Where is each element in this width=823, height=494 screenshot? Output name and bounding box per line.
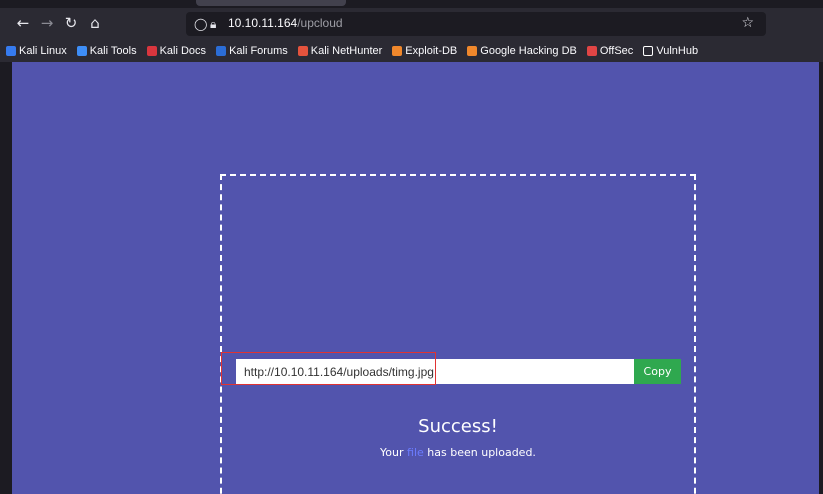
- copy-button[interactable]: Copy: [634, 359, 681, 384]
- active-tab[interactable]: [196, 0, 346, 6]
- bookmark-item[interactable]: Exploit-DB: [392, 45, 457, 57]
- url-path: /upcloud: [297, 16, 343, 30]
- favicon-icon: [146, 46, 157, 56]
- left-edge: [0, 62, 12, 494]
- favicon-icon: [76, 46, 87, 56]
- right-edge: [819, 62, 823, 494]
- shield-icon[interactable]: ◯: [194, 16, 207, 32]
- favicon-icon: [392, 46, 403, 56]
- bookmark-label: Kali NetHunter: [310, 45, 383, 57]
- arrow-right-icon[interactable]: →: [38, 14, 56, 32]
- message-after: has been uploaded.: [427, 446, 536, 459]
- bookmark-label: Google Hacking DB: [480, 45, 577, 57]
- success-heading: Success!: [418, 416, 498, 437]
- upload-message: Your file has been uploaded.: [222, 446, 694, 459]
- bookmark-label: VulnHub: [656, 45, 699, 57]
- url-text[interactable]: 10.10.11.164/upcloud: [228, 16, 343, 30]
- reload-icon[interactable]: ↻: [62, 14, 80, 32]
- bookmark-item[interactable]: Google Hacking DB: [467, 45, 577, 57]
- bookmark-label: Exploit-DB: [405, 45, 458, 57]
- bookmark-star-icon[interactable]: ☆: [741, 15, 754, 31]
- arrow-left-icon[interactable]: ←: [14, 14, 32, 32]
- bookmark-item[interactable]: Kali NetHunter: [297, 45, 383, 57]
- favicon-icon: [6, 46, 16, 56]
- bookmarks-toolbar: Kali Linux Kali Tools Kali Docs Kali Forums…: [0, 40, 823, 62]
- upload-dropzone[interactable]: Success! Your file has been uploaded.: [220, 174, 696, 494]
- bookmark-label: Kali Docs: [159, 45, 207, 57]
- page-viewport: Success! Your file has been uploaded. Co…: [12, 62, 819, 494]
- bookmark-label: Kali Forums: [229, 45, 288, 57]
- message-before: Your: [380, 446, 404, 459]
- annotation-highlight-box: [221, 352, 436, 385]
- favicon-icon: [467, 46, 478, 56]
- bookmark-item[interactable]: Kali Forums: [216, 45, 288, 57]
- url-host: 10.10.11.164: [228, 16, 298, 30]
- tab-strip: [0, 0, 823, 8]
- bookmark-item[interactable]: VulnHub: [643, 45, 698, 57]
- lock-icon[interactable]: 🔒︎: [210, 16, 216, 32]
- bookmark-label: Kali Tools: [89, 45, 137, 57]
- home-icon[interactable]: ⌂: [86, 14, 104, 32]
- file-link[interactable]: file: [407, 446, 424, 459]
- favicon-icon: [586, 46, 597, 56]
- bookmark-item[interactable]: Kali Tools: [76, 45, 137, 57]
- bookmark-label: Kali Linux: [19, 45, 67, 57]
- folder-icon: [643, 46, 654, 56]
- navigation-toolbar: ← → ↻ ⌂ ◯ 🔒︎ 10.10.11.164/upcloud ☆: [0, 8, 823, 40]
- favicon-icon: [216, 46, 227, 56]
- bookmark-label: OffSec: [599, 45, 634, 57]
- bookmark-item[interactable]: Kali Linux: [6, 45, 67, 57]
- favicon-icon: [297, 46, 308, 56]
- bookmark-item[interactable]: OffSec: [586, 45, 634, 57]
- address-bar[interactable]: ◯ 🔒︎ 10.10.11.164/upcloud ☆: [186, 12, 766, 36]
- bookmark-item[interactable]: Kali Docs: [146, 45, 207, 57]
